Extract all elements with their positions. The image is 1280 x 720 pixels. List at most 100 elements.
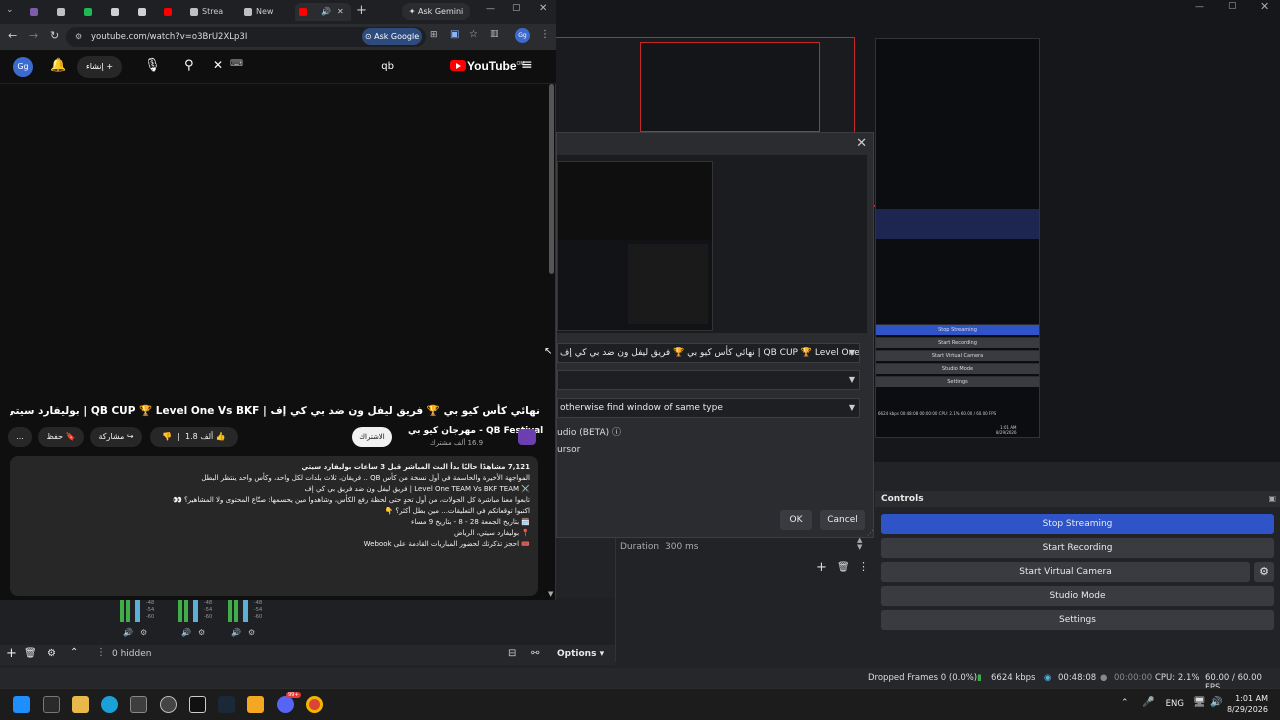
stop-streaming-button[interactable]: Stop Streaming xyxy=(881,514,1274,534)
tab-close-icon[interactable]: ✕ xyxy=(337,3,344,21)
video-description[interactable]: 7,121 مشاهدًا حاليًا بدأ البث المباشر قب… xyxy=(10,456,538,596)
ok-button[interactable]: OK xyxy=(780,510,812,530)
app-icon[interactable] xyxy=(247,696,264,713)
tab-streaming[interactable]: Strea xyxy=(186,3,236,21)
link-icon[interactable]: ⚯ xyxy=(531,648,539,659)
tab-3[interactable] xyxy=(80,3,104,21)
site-info-icon[interactable]: ⚙ xyxy=(75,27,82,47)
close-icon[interactable]: ✕ xyxy=(1260,0,1269,13)
transition-menu-icon[interactable]: ⋮ xyxy=(858,560,869,573)
virtual-camera-settings-gear-icon[interactable]: ⚙ xyxy=(1254,562,1274,582)
speaker-icon[interactable]: 🔊 xyxy=(181,628,191,637)
speaker-icon[interactable]: 🔊 xyxy=(231,628,241,637)
volume-icon[interactable]: 🔊 xyxy=(1210,697,1222,708)
settings-button[interactable]: Settings xyxy=(881,610,1274,630)
cancel-button[interactable]: Cancel xyxy=(820,510,865,530)
task-view-icon[interactable] xyxy=(43,696,60,713)
volume-slider[interactable] xyxy=(193,600,198,622)
channel-avatar[interactable] xyxy=(518,429,536,445)
maximize-icon[interactable]: ▢ xyxy=(1228,1,1237,11)
back-icon[interactable]: ← xyxy=(8,29,17,42)
reload-icon[interactable]: ↻ xyxy=(50,29,59,42)
dislike-icon[interactable]: 👎 xyxy=(162,432,172,441)
microsoft-store-icon[interactable] xyxy=(130,696,147,713)
resize-grip-icon[interactable]: ⋰ xyxy=(867,529,874,537)
yt-search-input[interactable]: qb xyxy=(176,56,406,78)
minimize-icon[interactable]: — xyxy=(1195,2,1204,12)
notifications-bell-icon[interactable]: 🔔 xyxy=(50,58,66,73)
tab-1[interactable] xyxy=(26,3,50,21)
save-button[interactable]: حفظ 🔖 xyxy=(38,427,84,447)
edge-browser-icon[interactable] xyxy=(101,696,118,713)
volume-slider[interactable] xyxy=(243,600,248,622)
dialog-close-icon[interactable]: ✕ xyxy=(856,136,867,151)
steam-icon[interactable] xyxy=(218,696,235,713)
start-recording-button[interactable]: Start Recording xyxy=(881,538,1274,558)
profile-avatar[interactable]: Gg xyxy=(515,28,530,43)
ask-gemini-button[interactable]: ✦ Ask Gemini xyxy=(402,3,470,20)
tab-youtube-active[interactable]: 🔊 ✕ xyxy=(295,3,351,21)
tray-overflow-chevron-icon[interactable]: ⌃ xyxy=(1121,698,1129,708)
chrome-taskbar-icon[interactable] xyxy=(306,696,323,713)
file-explorer-icon[interactable] xyxy=(72,696,89,713)
network-icon[interactable]: 🖥 xyxy=(1193,697,1206,708)
maximize-icon[interactable]: ▢ xyxy=(512,3,521,13)
layout-icon[interactable]: ⊟ xyxy=(508,648,516,659)
create-button[interactable]: إنشاء + xyxy=(77,56,122,78)
close-icon[interactable]: ✕ xyxy=(539,3,547,14)
ask-google-button[interactable]: ⊙ Ask Google xyxy=(362,28,422,45)
start-windows-icon[interactable] xyxy=(13,696,30,713)
speaker-icon[interactable]: 🔊 xyxy=(123,628,133,637)
cast-icon[interactable]: ▣ xyxy=(450,29,459,40)
start-virtual-camera-button[interactable]: Start Virtual Camera xyxy=(881,562,1250,582)
window-match-priority-select[interactable]: otherwise find window of same type ▼ xyxy=(557,398,860,418)
forward-icon[interactable]: → xyxy=(29,29,38,42)
remove-source-icon[interactable]: 🗑 xyxy=(24,648,37,659)
tab-6[interactable] xyxy=(160,3,184,21)
more-actions-button[interactable]: ... xyxy=(8,427,32,447)
share-button[interactable]: مشاركة ↪ xyxy=(90,427,142,447)
undock-icon[interactable]: ▣ xyxy=(1268,491,1276,507)
tab-4[interactable] xyxy=(107,3,131,21)
move-up-icon[interactable]: ⌃ xyxy=(70,647,78,658)
minimize-icon[interactable]: — xyxy=(486,4,495,14)
settings-gear-icon[interactable]: ⚙ xyxy=(248,628,255,637)
discord-icon[interactable] xyxy=(277,696,294,713)
settings-gear-icon[interactable]: ⚙ xyxy=(140,628,147,637)
tab-audio-icon[interactable]: 🔊 xyxy=(321,3,331,21)
capture-cursor-checkbox[interactable]: ursor xyxy=(557,445,580,455)
help-icon[interactable]: ⓘ xyxy=(612,428,621,438)
microphone-icon[interactable]: 🎤 xyxy=(1142,697,1154,708)
window-select[interactable]: نهائي كأس كيو بي 🏆 فريق ليفل ون ضد بي كي… xyxy=(557,343,860,363)
yt-avatar[interactable]: Gg xyxy=(13,57,33,77)
side-panel-icon[interactable]: ▥ xyxy=(490,29,499,39)
input-language[interactable]: ENG xyxy=(1166,699,1184,709)
clock[interactable]: 1:01 AM 8/29/2026 xyxy=(1227,693,1268,715)
page-scrollbar[interactable] xyxy=(549,84,554,274)
duration-spinner-icon[interactable]: ▲ ▼ xyxy=(857,537,862,551)
tab-new[interactable]: New xyxy=(240,3,290,21)
voice-search-mic-icon[interactable]: 🎙 xyxy=(144,58,161,73)
obs-studio-icon[interactable] xyxy=(160,696,177,713)
options-menu[interactable]: Options ▾ xyxy=(557,649,604,659)
volume-slider[interactable] xyxy=(135,600,140,622)
hamburger-menu-icon[interactable]: ≡ xyxy=(521,57,533,73)
capcut-icon[interactable] xyxy=(189,696,206,713)
tab-5[interactable] xyxy=(134,3,158,21)
youtube-logo[interactable]: YouTubeOM xyxy=(450,59,525,73)
settings-gear-icon[interactable]: ⚙ xyxy=(198,628,205,637)
add-transition-icon[interactable]: + xyxy=(816,560,827,575)
capture-method-select[interactable]: ▼ xyxy=(557,370,860,390)
bookmark-star-icon[interactable]: ☆ xyxy=(469,29,478,40)
tab-2[interactable] xyxy=(53,3,77,21)
new-tab-icon[interactable]: + xyxy=(356,3,367,18)
chrome-menu-icon[interactable]: ⋮ xyxy=(540,29,550,40)
tab-search-icon[interactable]: ⌄ xyxy=(6,5,14,15)
studio-mode-button[interactable]: Studio Mode xyxy=(881,586,1274,606)
capture-audio-checkbox[interactable]: udio (BETA) ⓘ xyxy=(557,425,621,438)
add-source-icon[interactable]: + xyxy=(6,646,17,661)
source-properties-gear-icon[interactable]: ⚙ xyxy=(47,648,56,659)
translate-icon[interactable]: ⊞ xyxy=(430,30,438,40)
duration-value[interactable]: 300 ms xyxy=(665,542,699,552)
subscribe-button[interactable]: الاشتراك xyxy=(352,427,392,447)
